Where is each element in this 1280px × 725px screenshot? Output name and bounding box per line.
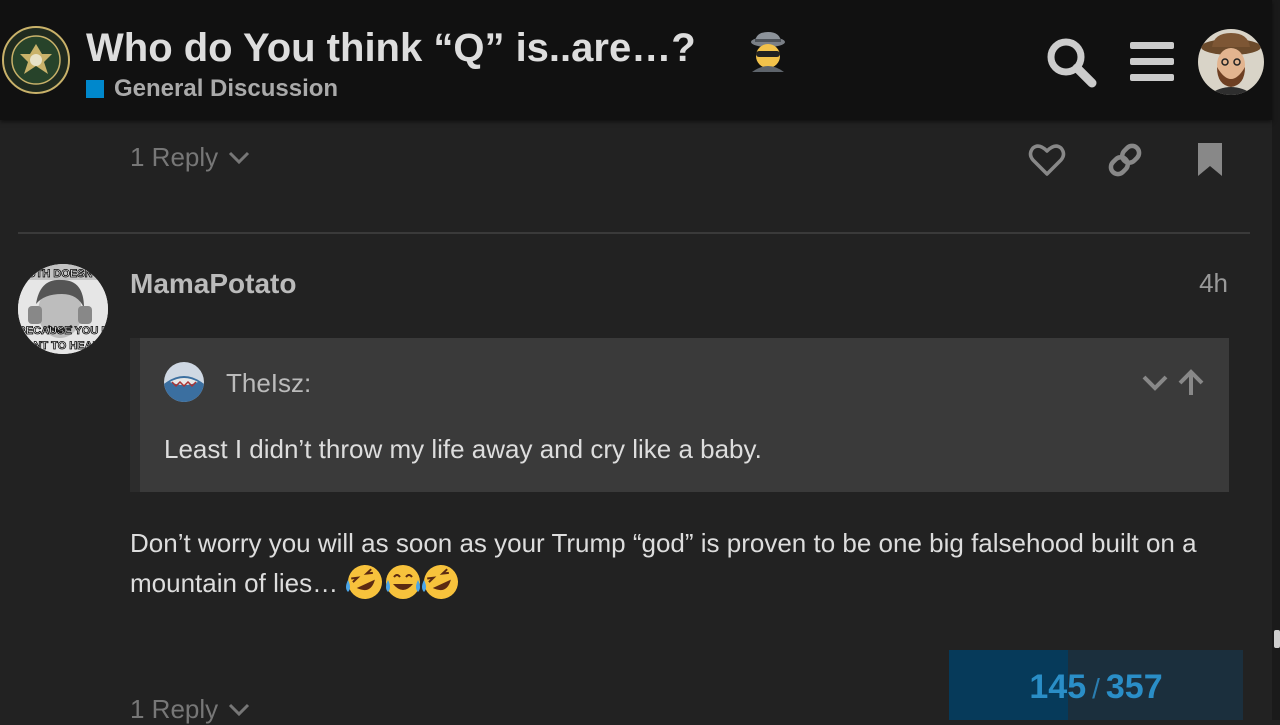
replies-label: 1 Reply — [130, 142, 219, 172]
quote-block: TheIsz: Least I didn’t throw my life awa… — [130, 338, 1229, 492]
site-header: Who do You think “Q” is..are…? General D… — [0, 0, 1272, 120]
site-logo[interactable] — [2, 26, 70, 94]
replies-toggle[interactable]: 1 Reply — [130, 142, 250, 173]
post-replies-toggle[interactable]: 1 Reply — [130, 694, 250, 725]
category-badge[interactable]: General Discussion — [86, 75, 339, 102]
expand-quote-chevron-down-icon[interactable] — [1140, 368, 1170, 398]
heart-icon[interactable] — [1027, 140, 1067, 180]
progress-separator: / — [1092, 673, 1100, 704]
post-divider — [18, 232, 1250, 234]
post-replies-label: 1 Reply — [130, 694, 219, 724]
category-label: General Discussion — [114, 75, 339, 102]
avatar-caption-bottom-2: ANT TO HEAR — [26, 340, 101, 352]
quote-author-avatar[interactable] — [164, 362, 204, 402]
quote-text: Least I didn’t throw my life away and cr… — [164, 434, 762, 464]
rofl-emoji-icon — [346, 565, 383, 599]
bookmark-icon[interactable] — [1190, 140, 1230, 180]
joy-emoji-icon — [386, 565, 421, 599]
rofl-emoji-icon — [422, 565, 459, 599]
go-to-quoted-post-arrow-up-icon[interactable] — [1176, 368, 1206, 398]
chevron-down-icon — [229, 703, 250, 716]
scrollbar-thumb[interactable] — [1274, 630, 1280, 648]
current-user-avatar[interactable] — [1198, 29, 1264, 95]
progress-current: 145 — [1029, 668, 1087, 706]
post-body: Don’t worry you will as soon as your Tru… — [130, 524, 1230, 612]
topic-progress-text: 145/357 — [949, 668, 1243, 707]
chevron-down-icon — [229, 151, 250, 164]
topic-progress-indicator[interactable]: 145/357 — [949, 650, 1243, 720]
page-scrollbar[interactable] — [1272, 0, 1280, 720]
category-color-square — [86, 80, 104, 98]
progress-total: 357 — [1105, 668, 1163, 706]
avatar-caption-bottom: T BECAUSE YOU DO — [18, 325, 108, 337]
post-author-avatar[interactable]: TRUTH DOESN'T C T BECAUSE YOU DO ANT TO … — [18, 264, 108, 354]
quote-username: TheIsz: — [226, 368, 312, 398]
search-icon[interactable] — [1045, 36, 1097, 88]
hamburger-menu-icon[interactable] — [1126, 36, 1178, 88]
page-title[interactable]: Who do You think “Q” is..are…? — [86, 24, 696, 72]
emoji-group — [344, 562, 459, 612]
link-icon[interactable] — [1105, 140, 1145, 180]
avatar-caption-top: TRUTH DOESN'T C — [18, 268, 108, 280]
post-body-text: Don’t worry you will as soon as your Tru… — [130, 528, 1197, 598]
detective-emoji-icon — [748, 30, 788, 72]
post-timestamp[interactable]: 4h — [1199, 268, 1228, 299]
post-username[interactable]: MamaPotato — [130, 268, 296, 300]
